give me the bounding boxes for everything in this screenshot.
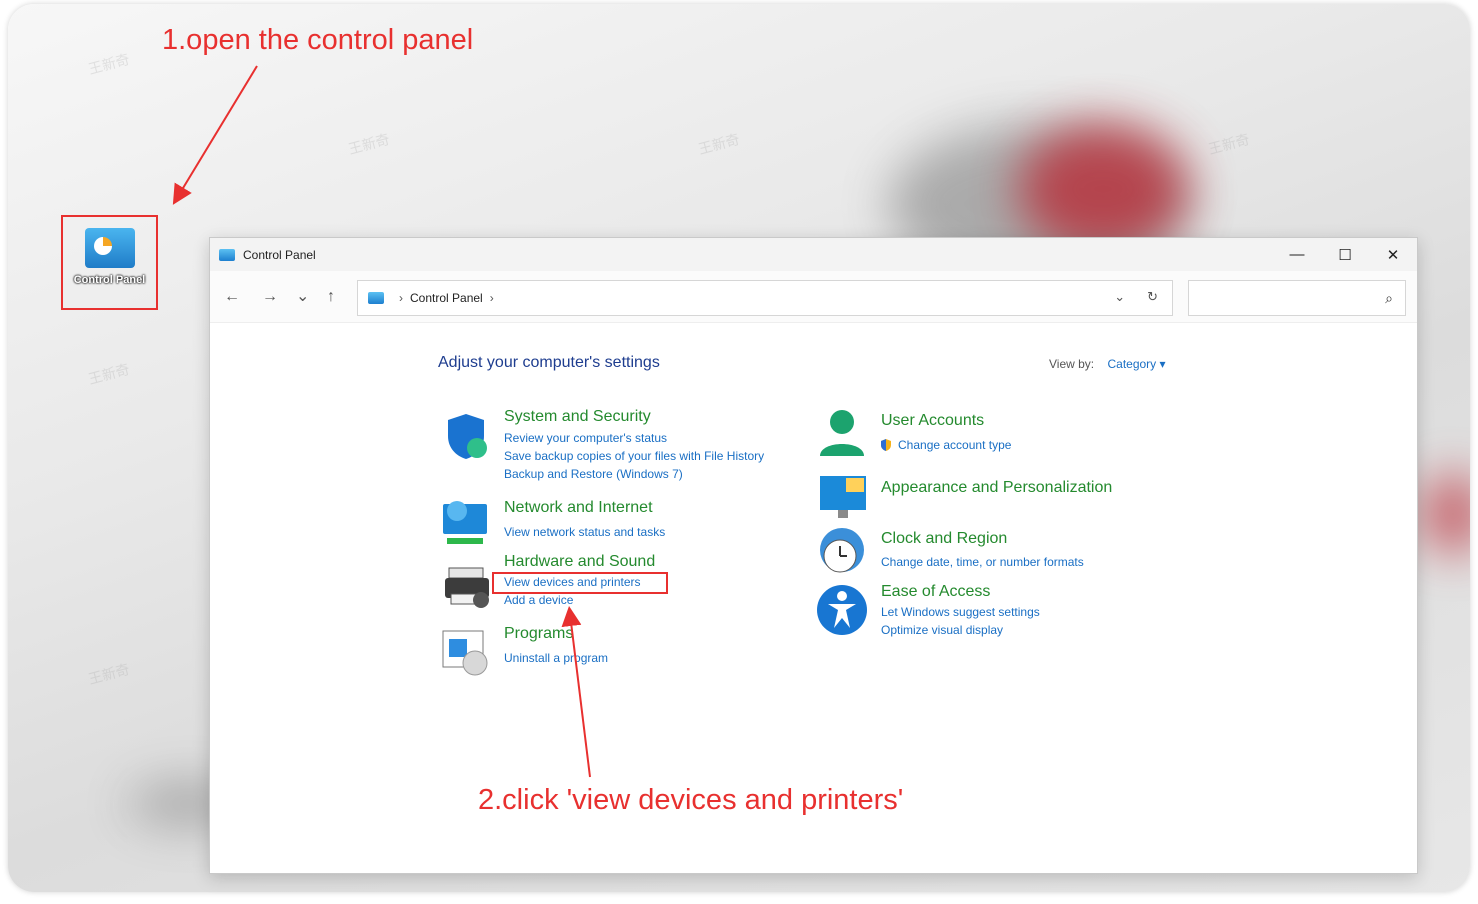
control-panel-small-icon — [219, 248, 235, 261]
search-input[interactable]: ⌕ — [1188, 280, 1406, 316]
window-title: Control Panel — [243, 247, 316, 262]
breadcrumb-control-panel[interactable]: Control Panel — [410, 291, 483, 305]
category-user-accounts[interactable]: User Accounts — [881, 412, 984, 430]
address-dropdown-icon[interactable]: ⌄ — [1114, 289, 1125, 305]
category-ease-of-access[interactable]: Ease of Access — [881, 583, 990, 601]
page-heading: Adjust your computer's settings — [438, 354, 660, 371]
link-add-device[interactable]: Add a device — [504, 593, 573, 607]
globe-monitor-icon — [443, 501, 487, 544]
annotation-step2: 2.click 'view devices and printers' — [478, 784, 904, 816]
monitor-color-icon — [820, 476, 866, 518]
link-review-status[interactable]: Review your computer's status — [504, 431, 667, 445]
address-bar[interactable]: › Control Panel › ⌄ ↻ — [357, 280, 1173, 316]
link-change-date-time[interactable]: Change date, time, or number formats — [881, 555, 1084, 569]
link-optimize-visual-display[interactable]: Optimize visual display — [881, 623, 1003, 637]
shield-icon — [448, 414, 487, 459]
user-icon — [820, 410, 864, 456]
link-uninstall-program[interactable]: Uninstall a program — [504, 651, 608, 665]
refresh-icon[interactable]: ↻ — [1147, 289, 1158, 305]
accessibility-icon — [817, 585, 867, 635]
category-network-internet[interactable]: Network and Internet — [504, 499, 653, 517]
breadcrumb-chevron-icon[interactable]: › — [490, 291, 494, 305]
programs-disc-icon — [442, 630, 488, 676]
link-change-account-type[interactable]: Change account type — [898, 438, 1011, 452]
minimize-button[interactable]: — — [1273, 238, 1321, 271]
background-red-helmet — [1018, 124, 1188, 254]
category-programs[interactable]: Programs — [504, 625, 573, 643]
view-by: View by: Category ▾ — [1049, 357, 1166, 371]
uac-shield-icon — [881, 439, 891, 451]
view-by-dropdown[interactable]: Category ▾ — [1107, 357, 1165, 371]
back-arrow-icon[interactable]: ← — [224, 288, 240, 306]
highlight-box-desktop-icon — [61, 215, 158, 310]
up-arrow-icon[interactable]: ↑ — [327, 288, 335, 306]
title-bar: Control Panel — ☐ ✕ — [210, 238, 1417, 271]
link-network-status[interactable]: View network status and tasks — [504, 525, 665, 539]
forward-arrow-icon[interactable]: → — [262, 288, 278, 306]
background-red-hand — [1423, 474, 1470, 554]
category-system-security[interactable]: System and Security — [504, 408, 651, 426]
view-by-label: View by: — [1049, 357, 1095, 371]
navigation-bar: ← → ⌄ ↑ › Control Panel › ⌄ ↻ ⌕ — [210, 271, 1417, 323]
category-hardware-sound[interactable]: Hardware and Sound — [504, 553, 655, 571]
highlight-box-view-devices — [492, 572, 668, 594]
search-icon: ⌕ — [1385, 290, 1393, 306]
maximize-button[interactable]: ☐ — [1321, 238, 1369, 271]
recent-locations-chevron-icon[interactable]: ⌄ — [296, 286, 309, 306]
printer-icon — [445, 567, 489, 608]
link-windows-suggest-settings[interactable]: Let Windows suggest settings — [881, 605, 1040, 619]
link-file-history[interactable]: Save backup copies of your files with Fi… — [504, 449, 764, 463]
breadcrumb-separator-icon: › — [399, 291, 403, 305]
address-control-panel-icon — [368, 292, 384, 304]
control-panel-window: Control Panel — ☐ ✕ ← → ⌄ ↑ › Control Pa… — [209, 237, 1418, 874]
link-backup-restore[interactable]: Backup and Restore (Windows 7) — [504, 467, 683, 481]
clock-globe-icon — [820, 528, 864, 573]
category-clock-region[interactable]: Clock and Region — [881, 530, 1007, 548]
close-button[interactable]: ✕ — [1369, 238, 1417, 271]
category-appearance-personalization[interactable]: Appearance and Personalization — [881, 479, 1112, 497]
annotation-step1: 1.open the control panel — [162, 24, 474, 56]
